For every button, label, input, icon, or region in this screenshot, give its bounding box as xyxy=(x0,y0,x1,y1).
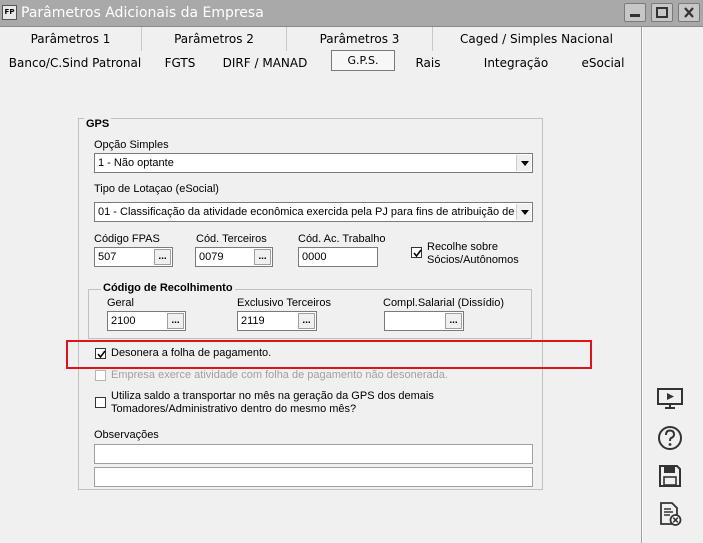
observacoes-line-2[interactable] xyxy=(94,467,533,487)
geral-label: Geral xyxy=(107,297,134,309)
maximize-button[interactable] xyxy=(651,3,673,22)
cancel-document-icon[interactable] xyxy=(656,500,684,528)
desonera-checkbox[interactable] xyxy=(95,348,106,359)
observacoes-line-1[interactable] xyxy=(94,444,533,464)
minimize-button[interactable] xyxy=(624,3,646,22)
presentation-icon[interactable] xyxy=(656,384,684,412)
window-title: Parâmetros Adicionais da Empresa xyxy=(21,5,264,21)
checkmark-icon xyxy=(413,249,422,258)
opcao-simples-select[interactable]: 1 - Não optante xyxy=(94,153,533,173)
desonera-label: Desonera a folha de pagamento. xyxy=(111,347,272,359)
compl-salarial-input[interactable]: ... xyxy=(384,311,464,331)
tab-gps[interactable]: G.P.S. xyxy=(331,50,395,71)
chevron-down-icon[interactable] xyxy=(516,204,531,220)
geral-input[interactable]: 2100 ... xyxy=(107,311,186,331)
recolhe-socios-checkbox[interactable] xyxy=(411,247,422,258)
tab-rais[interactable]: Rais xyxy=(400,51,456,75)
exclusivo-terceiros-lookup-button[interactable]: ... xyxy=(298,313,315,329)
tab-parametros-2[interactable]: Parâmetros 2 xyxy=(142,27,287,51)
tab-parametros-1[interactable]: Parâmetros 1 xyxy=(0,27,142,51)
app-icon: FP xyxy=(2,5,17,20)
cod-terceiros-label: Cód. Terceiros xyxy=(196,233,267,245)
tab-dirf-manad[interactable]: DIRF / MANAD xyxy=(210,51,320,75)
maximize-icon xyxy=(656,7,668,18)
empresa-exerce-label: Empresa exerce atividade com folha de pa… xyxy=(111,369,448,381)
tab-integracao[interactable]: Integração xyxy=(468,51,564,75)
opcao-simples-label: Opção Simples xyxy=(94,139,169,151)
chevron-down-icon[interactable] xyxy=(516,155,531,171)
empresa-exerce-checkbox[interactable] xyxy=(95,370,106,381)
utiliza-saldo-checkbox[interactable] xyxy=(95,397,106,408)
codigo-fpas-input[interactable]: 507 ... xyxy=(94,247,173,267)
tab-row-2: Banco/C.Sind Patronal FGTS DIRF / MANAD … xyxy=(0,50,640,75)
codigo-fpas-lookup-button[interactable]: ... xyxy=(154,249,171,265)
tab-banco-csind-patronal[interactable]: Banco/C.Sind Patronal xyxy=(0,51,150,75)
recolhe-socios-label-1: Recolhe sobre xyxy=(427,241,498,253)
cod-ac-trabalho-label: Cód. Ac. Trabalho xyxy=(298,233,386,245)
codigo-fpas-label: Código FPAS xyxy=(94,233,160,245)
utiliza-saldo-label-1: Utiliza saldo a transportar no mês na ge… xyxy=(111,390,434,402)
tab-caged-simples-nacional[interactable]: Caged / Simples Nacional xyxy=(433,27,640,51)
tipo-lotacao-label: Tipo de Lotaçao (eSocial) xyxy=(94,183,219,195)
utiliza-saldo-label-2: Tomadores/Administrativo dentro do mesmo… xyxy=(111,403,357,415)
tab-parametros-3[interactable]: Parâmetros 3 xyxy=(287,27,433,51)
tab-fgts[interactable]: FGTS xyxy=(150,51,210,75)
cod-ac-trabalho-input[interactable]: 0000 xyxy=(298,247,378,267)
compl-salarial-lookup-button[interactable]: ... xyxy=(445,313,462,329)
title-bar: FP Parâmetros Adicionais da Empresa xyxy=(0,0,703,27)
compl-salarial-label: Compl.Salarial (Dissídio) xyxy=(383,297,505,309)
tipo-lotacao-select[interactable]: 01 - Classificação da atividade econômic… xyxy=(94,202,533,222)
recolhe-socios-label-2: Sócios/Autônomos xyxy=(427,254,519,266)
cod-terceiros-input[interactable]: 0079 ... xyxy=(195,247,273,267)
cod-terceiros-lookup-button[interactable]: ... xyxy=(254,249,271,265)
minimize-icon xyxy=(630,14,640,17)
geral-lookup-button[interactable]: ... xyxy=(167,313,184,329)
exclusivo-terceiros-label: Exclusivo Terceiros xyxy=(237,297,331,309)
tab-esocial[interactable]: eSocial xyxy=(566,51,640,75)
close-button[interactable] xyxy=(678,3,700,22)
checkmark-icon xyxy=(97,350,106,359)
tab-row-1: Parâmetros 1 Parâmetros 2 Parâmetros 3 C… xyxy=(0,27,640,51)
exclusivo-terceiros-input[interactable]: 2119 ... xyxy=(237,311,317,331)
save-icon[interactable] xyxy=(656,462,684,490)
observacoes-label: Observações xyxy=(94,429,159,441)
gps-groupbox-label: GPS xyxy=(84,118,112,130)
help-icon[interactable] xyxy=(656,424,684,452)
close-icon xyxy=(684,7,694,18)
codigo-recolhimento-label: Código de Recolhimento xyxy=(101,282,235,294)
